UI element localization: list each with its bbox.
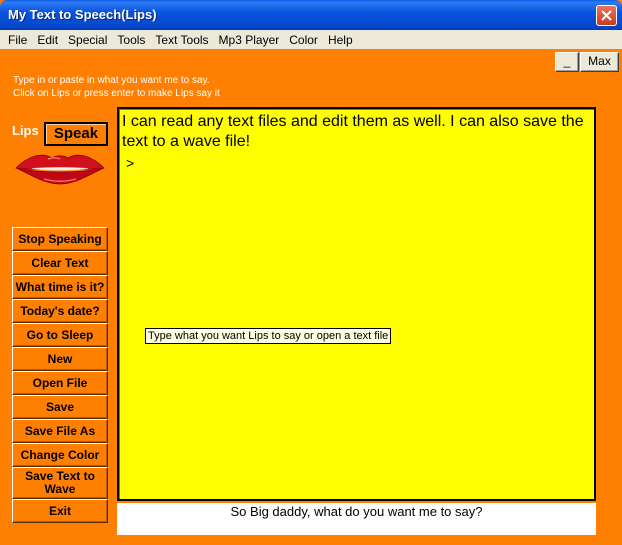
- speak-button[interactable]: Speak: [44, 122, 108, 146]
- minimize-button[interactable]: _: [555, 52, 579, 72]
- open-file-button[interactable]: Open File: [12, 371, 108, 395]
- clear-text-button[interactable]: Clear Text: [12, 251, 108, 275]
- instructions: Type in or paste in what you want me to …: [13, 74, 220, 100]
- window-title: My Text to Speech(Lips): [8, 7, 157, 22]
- new-button[interactable]: New: [12, 347, 108, 371]
- menu-mp3-player[interactable]: Mp3 Player: [214, 33, 285, 47]
- max-button[interactable]: Max: [580, 52, 619, 72]
- menu-special[interactable]: Special: [63, 33, 112, 47]
- exit-button[interactable]: Exit: [12, 499, 108, 523]
- save-button[interactable]: Save: [12, 395, 108, 419]
- instruction-line: Type in or paste in what you want me to …: [13, 75, 210, 86]
- lips-icon[interactable]: [14, 150, 106, 186]
- menu-edit[interactable]: Edit: [32, 33, 63, 47]
- title-bar[interactable]: My Text to Speech(Lips): [0, 0, 622, 30]
- lips-label: Lips: [12, 123, 39, 138]
- save-file-as-button[interactable]: Save File As: [12, 419, 108, 443]
- app-window: My Text to Speech(Lips) File Edit Specia…: [0, 0, 622, 545]
- menu-file[interactable]: File: [0, 33, 32, 47]
- menu-text-tools[interactable]: Text Tools: [150, 33, 213, 47]
- menu-tools[interactable]: Tools: [112, 33, 150, 47]
- save-text-to-wave-button[interactable]: Save Text to Wave: [12, 467, 108, 499]
- text-cursor-prompt: >: [126, 155, 135, 171]
- todays-date-button[interactable]: Today's date?: [12, 299, 108, 323]
- speech-text-area[interactable]: I can read any text files and edit them …: [117, 107, 596, 501]
- status-message: So Big daddy, what do you want me to say…: [117, 503, 596, 535]
- instruction-line: Click on Lips or press enter to make Lip…: [13, 88, 220, 99]
- menu-help[interactable]: Help: [323, 33, 358, 47]
- tooltip: Type what you want Lips to say or open a…: [145, 328, 392, 344]
- change-color-button[interactable]: Change Color: [12, 443, 108, 467]
- what-time-button[interactable]: What time is it?: [12, 275, 108, 299]
- stop-speaking-button[interactable]: Stop Speaking: [12, 227, 108, 251]
- text-content[interactable]: I can read any text files and edit them …: [122, 112, 592, 152]
- close-button[interactable]: [596, 5, 617, 26]
- go-to-sleep-button[interactable]: Go to Sleep: [12, 323, 108, 347]
- menu-bar: File Edit Special Tools Text Tools Mp3 P…: [0, 30, 622, 49]
- menu-color[interactable]: Color: [284, 33, 323, 47]
- close-icon: [601, 10, 612, 21]
